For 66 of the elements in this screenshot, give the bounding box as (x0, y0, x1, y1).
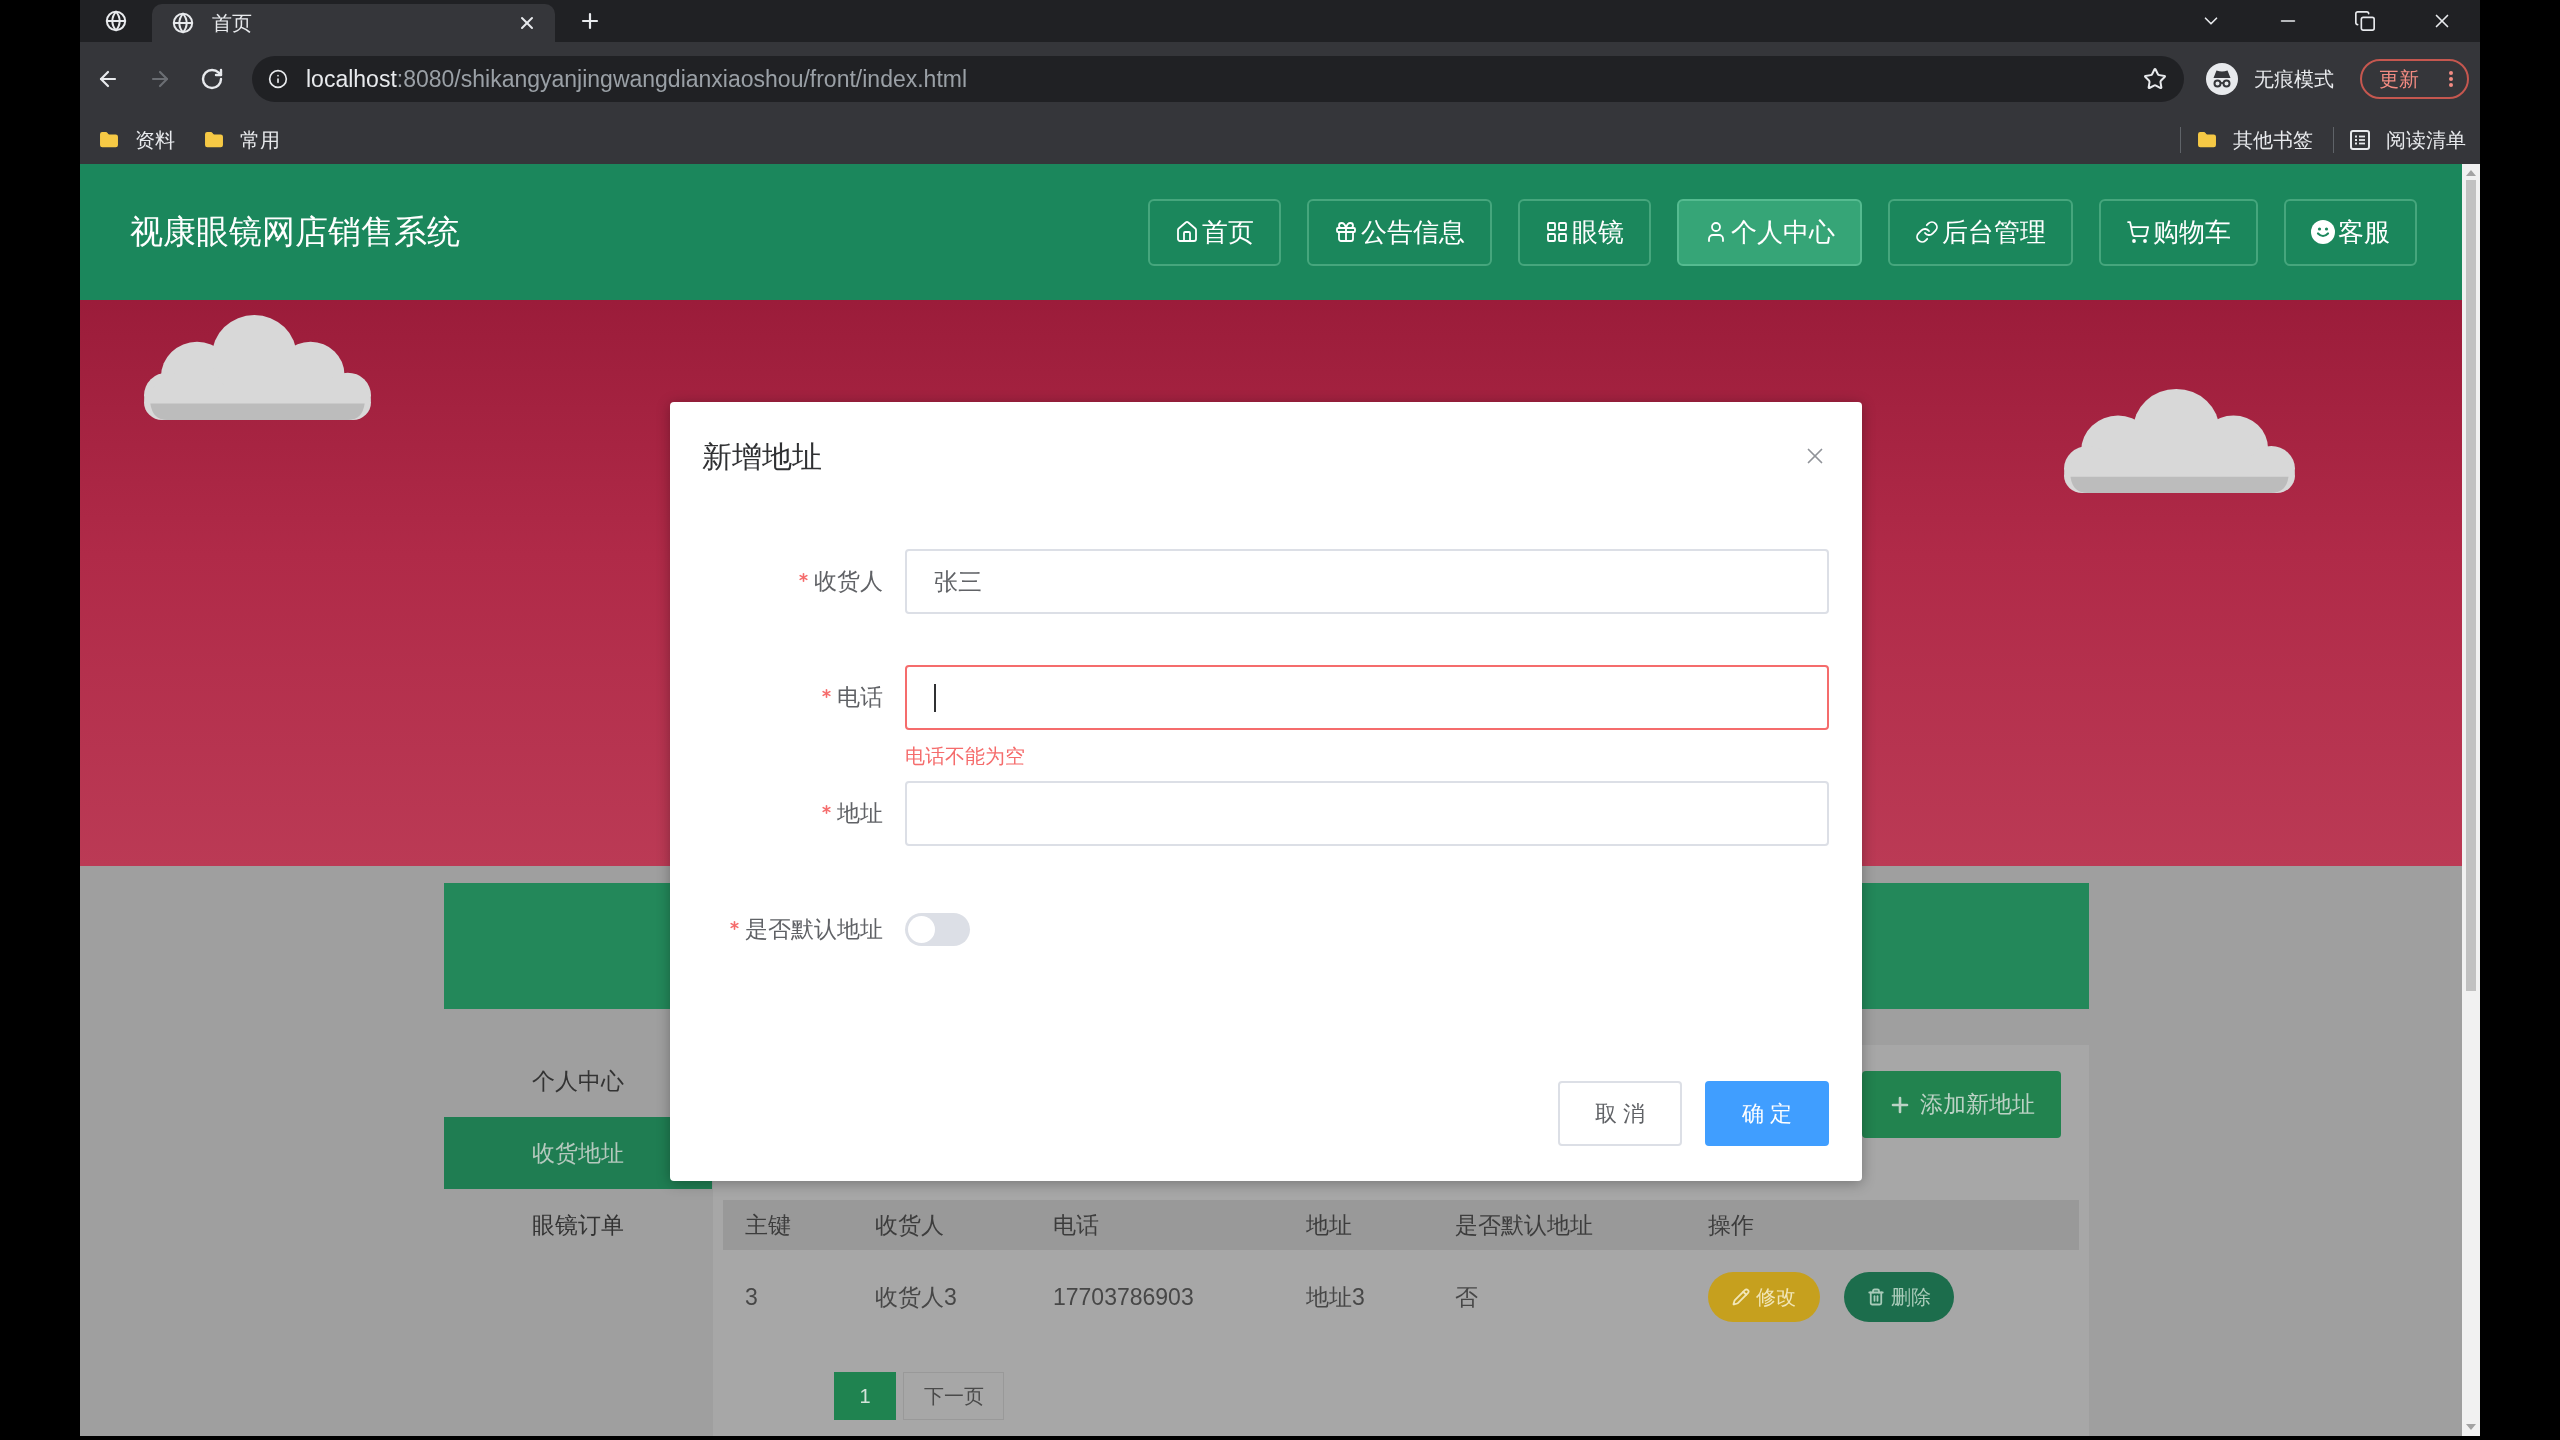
trash-icon (1867, 1288, 1885, 1306)
column-header: 是否默认地址 (1455, 1211, 1593, 1238)
table-cell: 17703786903 (1053, 1283, 1194, 1310)
browser-tab[interactable]: 首页 (152, 4, 555, 42)
field-label: 收货人 (814, 567, 883, 597)
table-cell: 地址3 (1306, 1283, 1365, 1310)
star-icon[interactable] (2143, 67, 2167, 91)
delete-button[interactable]: 删除 (1844, 1272, 1954, 1322)
profile-label: 无痕模式 (2254, 67, 2334, 92)
bookmark-item[interactable]: 常用 (204, 125, 280, 155)
bookmark-item[interactable]: 资料 (99, 125, 175, 155)
nav-button[interactable]: 后台管理 (1888, 198, 2073, 266)
folder-icon (2197, 130, 2217, 150)
house-icon (1175, 220, 1199, 244)
add-address-button[interactable]: 添加新地址 (1862, 1071, 2061, 1138)
restore-icon[interactable] (2353, 10, 2376, 32)
table-cell: 3 (745, 1283, 758, 1310)
nav-button[interactable]: 首页 (1148, 198, 1281, 266)
incognito-icon[interactable] (2206, 63, 2238, 95)
next-page-button[interactable]: 下一页 (903, 1372, 1004, 1420)
update-button[interactable]: 更新 (2360, 59, 2469, 99)
scrollbar[interactable] (2462, 164, 2480, 1436)
list-icon (2350, 130, 2370, 150)
scrollbar-thumb[interactable] (2466, 180, 2476, 991)
table-cell: 否 (1455, 1283, 1478, 1310)
column-header: 主键 (745, 1211, 791, 1238)
bookmark-item[interactable]: 其他书签 (2197, 125, 2313, 155)
gift-icon (1334, 220, 1358, 244)
link-icon (1915, 220, 1939, 244)
column-header: 地址 (1306, 1211, 1352, 1238)
bookmark-item[interactable]: 阅读清单 (2350, 125, 2466, 155)
globe-icon[interactable] (105, 10, 127, 32)
nav-button[interactable]: 购物车 (2099, 198, 2258, 266)
nav-button[interactable]: 客服 (2284, 198, 2417, 266)
confirm-button[interactable]: 确 定 (1705, 1081, 1829, 1146)
input-field[interactable]: 张三 (905, 549, 1829, 614)
site-title: 视康眼镜网店销售系统 (130, 212, 460, 253)
folder-icon (99, 130, 119, 150)
smile-icon (2311, 220, 2335, 244)
nav-button[interactable]: 公告信息 (1307, 198, 1492, 266)
column-header: 操作 (1708, 1211, 1754, 1238)
grid-icon (1545, 220, 1569, 244)
pencil-icon (1732, 1288, 1750, 1306)
nav-button[interactable]: 眼镜 (1518, 198, 1651, 266)
field-label: 电话 (837, 683, 883, 713)
field-label: 是否默认地址 (745, 915, 883, 945)
folder-icon (204, 130, 224, 150)
cancel-button[interactable]: 取 消 (1558, 1081, 1682, 1146)
error-message: 电话不能为空 (905, 744, 1025, 768)
sidebar-item[interactable]: 眼镜订单 (444, 1189, 712, 1261)
column-header: 电话 (1053, 1211, 1099, 1238)
nav-button[interactable]: 个人中心 (1677, 198, 1862, 266)
field-label: 地址 (837, 799, 883, 829)
globe-icon (172, 12, 194, 34)
cart-icon (2126, 220, 2150, 244)
toggle-switch[interactable] (905, 913, 970, 946)
column-header: 收货人 (875, 1211, 944, 1238)
info-icon[interactable] (268, 69, 288, 89)
table-cell: 收货人3 (875, 1283, 957, 1310)
page-button[interactable]: 1 (834, 1372, 896, 1420)
more-icon (2449, 71, 2453, 87)
reload-icon[interactable] (200, 67, 224, 91)
address-bar[interactable]: localhost:8080/shikangyanjingwangdianxiaoshou/front/index.html (252, 56, 2184, 102)
dialog-title: 新增地址 (702, 438, 822, 475)
url-text: localhost:8080/shikangyanjingwangdianxiaoshou/front/index.html (306, 64, 968, 94)
input-field[interactable] (905, 665, 1829, 730)
